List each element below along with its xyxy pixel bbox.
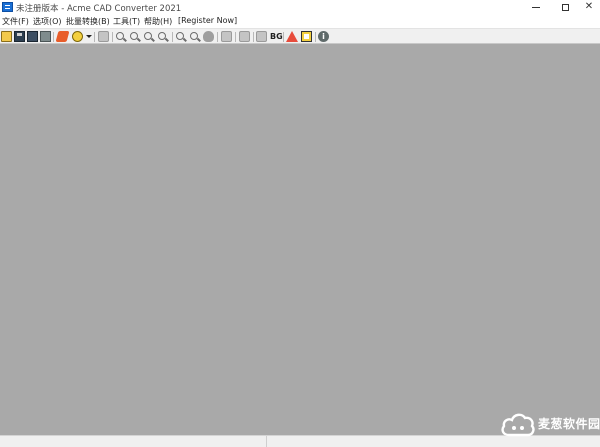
toolbar-separator (253, 32, 254, 42)
background-icon[interactable]: BG (270, 32, 283, 43)
menu-batch-convert[interactable]: 批量转换(B) (66, 16, 110, 27)
title-bar: 未注册版本 - Acme CAD Converter 2021 ✕ (0, 0, 600, 14)
zoom-in-icon[interactable] (130, 32, 138, 40)
close-button[interactable]: ✕ (572, 0, 600, 14)
grid-icon[interactable] (256, 31, 267, 42)
toolbar-separator (172, 32, 173, 42)
toolbar: BG i (0, 28, 600, 44)
menu-help[interactable]: 帮助(H) (144, 16, 172, 27)
menu-register-now[interactable]: [Register Now] (178, 16, 237, 25)
toolbar-separator (53, 32, 54, 42)
cloud-logo-icon (501, 413, 535, 437)
drawing-canvas[interactable] (0, 44, 600, 435)
menu-tools[interactable]: 工具(T) (113, 16, 140, 27)
toolbar-separator (315, 32, 316, 42)
zoom-realtime-icon[interactable] (176, 32, 184, 40)
toolbar-separator (283, 32, 284, 42)
status-pane-main (0, 436, 267, 447)
pan-icon[interactable] (203, 31, 214, 42)
zoom-window-icon[interactable] (144, 32, 152, 40)
menu-bar: 文件(F) 选项(O) 批量转换(B) 工具(T) 帮助(H) [Registe… (0, 14, 600, 28)
toolbar-separator (112, 32, 113, 42)
zoom-out-icon[interactable] (116, 32, 124, 40)
save-as-icon[interactable] (27, 31, 38, 42)
app-icon[interactable] (2, 2, 13, 12)
zoom-previous-icon[interactable] (190, 32, 198, 40)
menu-options[interactable]: 选项(O) (33, 16, 62, 27)
print-icon[interactable] (40, 31, 51, 42)
convert-icon[interactable] (55, 31, 70, 42)
minimize-icon (532, 6, 540, 8)
zoom-extents-icon[interactable] (158, 32, 166, 40)
warning-icon[interactable] (286, 31, 298, 42)
toolbar-separator (217, 32, 218, 42)
watermark-text: 麦葱软件园 (538, 417, 600, 431)
maximize-icon (561, 3, 569, 11)
window-title: 未注册版本 - Acme CAD Converter 2021 (16, 4, 182, 14)
watermark: 麦葱软件园 (500, 407, 600, 441)
chevron-down-icon[interactable] (86, 35, 92, 38)
copy-icon[interactable] (239, 31, 250, 42)
save-icon[interactable] (14, 31, 25, 42)
toolbar-separator (235, 32, 236, 42)
close-icon: ✕ (584, 1, 594, 12)
open-folder-icon[interactable] (1, 31, 12, 42)
layers-icon[interactable] (221, 31, 232, 42)
info-icon[interactable]: i (318, 31, 329, 42)
batch-convert-icon[interactable] (72, 31, 83, 42)
gray-print-icon[interactable] (98, 31, 109, 42)
frame-icon[interactable] (301, 31, 312, 42)
menu-file[interactable]: 文件(F) (2, 16, 29, 27)
toolbar-separator (94, 32, 95, 42)
